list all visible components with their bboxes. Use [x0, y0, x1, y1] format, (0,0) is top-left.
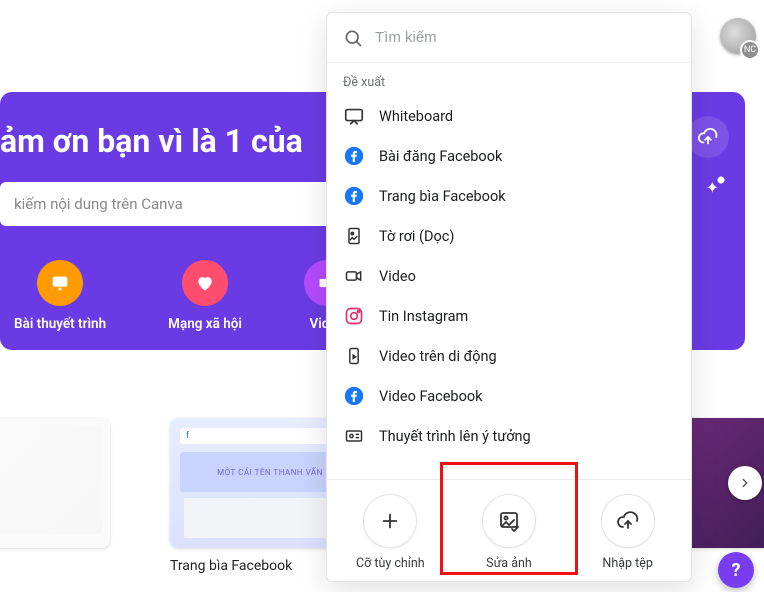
suggestion-label: Bài đăng Facebook — [379, 148, 502, 165]
suggestion-fb-video[interactable]: Video Facebook — [327, 376, 691, 416]
action-label: Cỡ tùy chỉnh — [356, 556, 425, 571]
suggestion-label: Thuyết trình lên ý tưởng — [379, 428, 531, 445]
image-edit-icon — [482, 494, 536, 548]
action-edit-photo[interactable]: Sửa ảnh — [454, 494, 564, 571]
hero-cat-label: Mạng xã hội — [168, 316, 242, 332]
present-idea-icon — [343, 425, 365, 447]
action-import[interactable]: Nhập tệp — [573, 494, 683, 571]
video-icon — [343, 265, 365, 287]
suggestion-brainstorm[interactable]: Thuyết trình lên ý tưởng — [327, 416, 691, 456]
avatar-badge: NC — [740, 40, 760, 60]
suggestion-mobile-video[interactable]: Video trên di động — [327, 336, 691, 376]
help-button[interactable]: ? — [718, 552, 754, 588]
template-card[interactable]: SPIRE'S FEED ecebook — [0, 418, 20, 592]
hero-search-placeholder: kiếm nội dung trên Canva — [14, 195, 183, 213]
popup-section-header: Đề xuất — [327, 63, 691, 96]
mobile-icon — [343, 345, 365, 367]
hero-cat-label: Bài thuyết trình — [14, 316, 106, 332]
popup-suggestions[interactable]: Đề xuất Whiteboard Bài đăng Facebook Tra… — [327, 63, 691, 479]
suggestion-fb-post[interactable]: Bài đăng Facebook — [327, 136, 691, 176]
suggestion-video[interactable]: Video — [327, 256, 691, 296]
presentation-icon — [37, 260, 83, 306]
instagram-icon — [343, 305, 365, 327]
plus-icon — [363, 494, 417, 548]
suggestion-whiteboard[interactable]: Whiteboard — [327, 96, 691, 136]
cloud-upload-icon — [697, 126, 719, 148]
popup-bottom-actions: Cỡ tùy chỉnh Sửa ảnh Nhập tệp — [327, 479, 691, 581]
whiteboard-icon — [343, 105, 365, 127]
suggestion-label: Video trên di động — [379, 348, 497, 365]
hero-cat-social[interactable]: Mạng xã hội — [168, 260, 242, 332]
upload-icon — [601, 494, 655, 548]
heart-icon — [182, 260, 228, 306]
chevron-right-icon — [738, 476, 752, 490]
suggestion-label: Tờ rơi (Dọc) — [379, 228, 454, 245]
search-icon — [343, 28, 363, 48]
popup-search-input[interactable] — [375, 29, 675, 46]
hero-upload-button[interactable] — [687, 116, 729, 158]
action-label: Nhập tệp — [602, 556, 652, 571]
suggestion-label: Whiteboard — [379, 108, 453, 125]
suggestion-label: Trang bìa Facebook — [379, 188, 506, 205]
template-thumb: SPIRE'S FEED — [0, 418, 110, 548]
hero-cat-presentation[interactable]: Bài thuyết trình — [14, 260, 106, 332]
hero-search-input[interactable]: kiếm nội dung trên Canva — [0, 182, 380, 226]
flyer-icon — [343, 225, 365, 247]
suggestion-label: Tin Instagram — [379, 308, 468, 325]
action-custom-size[interactable]: Cỡ tùy chỉnh — [335, 494, 445, 571]
suggestion-ig-story[interactable]: Tin Instagram — [327, 296, 691, 336]
action-label: Sửa ảnh — [486, 556, 532, 571]
popup-search-row — [327, 13, 691, 63]
help-label: ? — [732, 560, 741, 581]
hero-categories: Bài thuyết trình Mạng xã hội Video — [0, 260, 350, 332]
facebook-icon — [343, 385, 365, 407]
suggestion-flyer[interactable]: Tờ rơi (Dọc) — [327, 216, 691, 256]
suggestion-label: Video — [379, 268, 416, 285]
sparkle-icon: ✦ — [706, 178, 719, 197]
templates-next-button[interactable] — [728, 466, 762, 500]
suggestion-label: Video Facebook — [379, 388, 482, 405]
template-label: ecebook — [0, 558, 20, 574]
facebook-icon — [343, 145, 365, 167]
suggestion-fb-cover[interactable]: Trang bìa Facebook — [327, 176, 691, 216]
create-popup: Đề xuất Whiteboard Bài đăng Facebook Tra… — [326, 12, 692, 582]
facebook-icon — [343, 185, 365, 207]
